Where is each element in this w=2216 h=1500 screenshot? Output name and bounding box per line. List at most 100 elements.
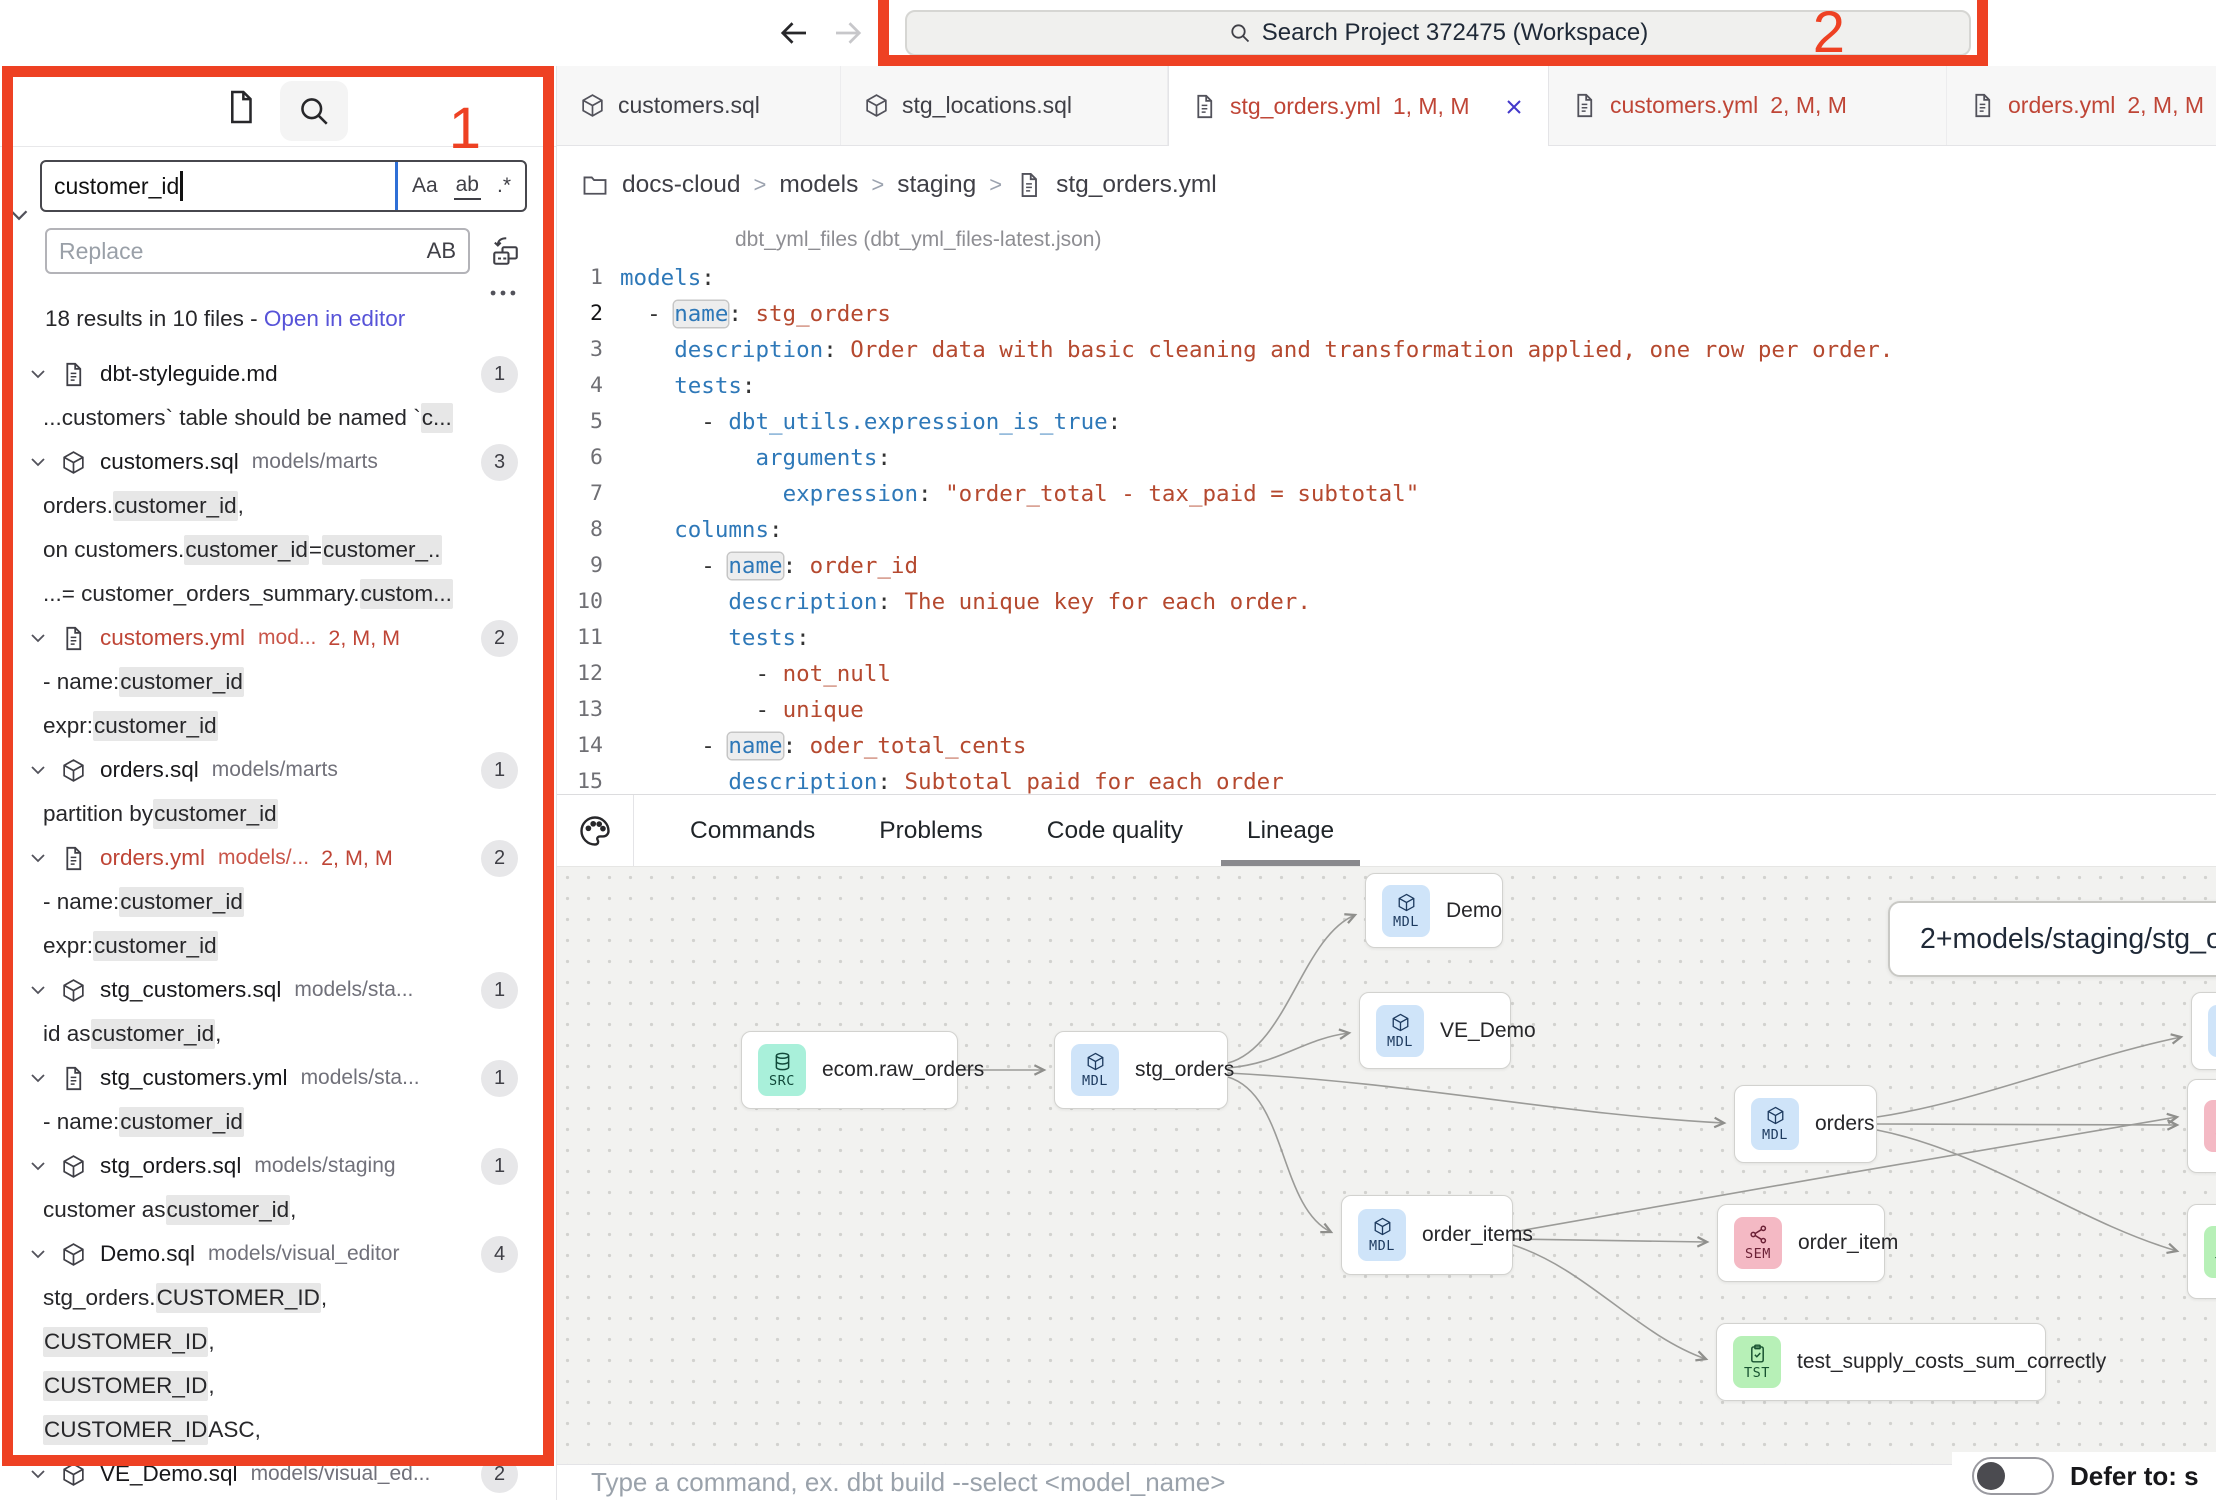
lineage-group-node[interactable]: 2+models/staging/stg_or [1888,901,2216,977]
search-match-row[interactable]: CUSTOMER_ID, [0,1320,556,1364]
code-line: 5 - dbt_utils.expression_is_true: [557,404,2216,440]
file-name: VE_Demo.sql [100,1461,238,1487]
code-line: 12 - not_null [557,656,2216,692]
regex-button[interactable]: .* [497,174,511,198]
match-count-badge: 4 [481,1236,518,1273]
file-icon [60,361,87,388]
defer-toggle[interactable] [1972,1457,2054,1495]
lineage-node-orders[interactable]: MDLorders [1734,1085,1877,1163]
file-icon [1015,171,1043,199]
lineage-node-partial[interactable]: SEM [2187,1079,2216,1173]
file-result-row[interactable]: stg_customers.sqlmodels/sta...1 [0,968,556,1012]
file-result-row[interactable]: stg_customers.ymlmodels/sta...1 [0,1056,556,1100]
search-match-row[interactable]: customer as customer_id, [0,1188,556,1232]
lineage-node-order_item[interactable]: SEMorder_item [1717,1204,1885,1282]
lineage-node-VE_Demo[interactable]: MDLVE_Demo [1359,992,1511,1069]
toggle-replace-chevron-icon[interactable] [4,200,34,230]
palette-cell [557,795,634,866]
lineage-node-test_supply_costs_sum_correctly[interactable]: TSTtest_supply_costs_sum_correctly [1716,1323,2046,1401]
more-actions-icon[interactable] [486,276,532,310]
search-input-value: customer_id [54,173,179,200]
code-editor[interactable]: dbt_yml_files (dbt_yml_files-latest.json… [557,224,2216,794]
file-result-row[interactable]: dbt-styleguide.md1 [0,352,556,396]
lineage-node-stg_orders[interactable]: MDLstg_orders [1054,1031,1228,1109]
preserve-case-button[interactable]: AB [427,238,456,264]
results-count: 18 results in 10 files [45,306,244,331]
lineage-node-ecom.raw_orders[interactable]: SRCecom.raw_orders [741,1031,958,1109]
search-match-row[interactable]: CUSTOMER_ID ASC, [0,1408,556,1452]
lineage-canvas[interactable]: SRCecom.raw_orders MDLstg_orders MDLDemo MD… [557,866,2216,1464]
sidebar: customer_id Aa ab .* Replace AB 18 resul… [0,66,556,1500]
tst-node-icon: TST [1733,1336,1781,1388]
search-match-row[interactable]: on customers.customer_id = customer_.. [0,528,556,572]
file-result-row[interactable]: customers.sqlmodels/marts3 [0,440,556,484]
search-match-row[interactable]: expr: customer_id [0,704,556,748]
search-input[interactable]: customer_id Aa ab .* [40,160,527,212]
panel-tab-lineage[interactable]: Lineage [1237,795,1344,866]
replace-all-icon[interactable] [486,228,532,274]
search-match-row[interactable]: id as customer_id, [0,1012,556,1056]
file-icon [1571,92,1598,119]
match-case-button[interactable]: Aa [412,174,438,198]
tab-customers.sql[interactable]: customers.sql [557,66,841,145]
command-input[interactable]: Type a command, ex. dbt build --select <… [591,1467,1225,1498]
file-result-row[interactable]: Demo.sqlmodels/visual_editor4 [0,1232,556,1276]
file-result-row[interactable]: customers.ymlmod...2, M, M2 [0,616,556,660]
search-match-row[interactable]: stg_orders.CUSTOMER_ID, [0,1276,556,1320]
search-results-list: dbt-styleguide.md1...customers` table sh… [0,352,556,1496]
search-match-row[interactable]: partition by customer_id [0,792,556,836]
mdl-node-icon: MDL [2208,1005,2216,1057]
tab-git-status: 1, M, M [1393,93,1470,120]
file-result-row[interactable]: orders.sqlmodels/marts1 [0,748,556,792]
search-match-row[interactable]: - name: customer_id [0,660,556,704]
search-match-row[interactable]: - name: customer_id [0,880,556,924]
open-in-editor-link[interactable]: Open in editor [264,306,405,331]
code-line: 9 - name: order_id [557,548,2216,584]
chevron-down-icon [26,362,50,386]
project-search-label: Search Project 372475 (Workspace) [1262,19,1648,47]
palette-icon[interactable] [577,813,613,849]
file-name: Demo.sql [100,1241,195,1267]
line-number: 10 [557,584,603,620]
file-result-row[interactable]: VE_Demo.sqlmodels/visual_ed...2 [0,1452,556,1496]
search-match-row[interactable]: ...= customer_orders_summary.custom... [0,572,556,616]
tab-stg_orders.yml[interactable]: stg_orders.yml1, M, M [1168,66,1549,147]
code-line: 15 description: Subtotal paid for each o… [557,764,2216,794]
replace-input[interactable]: Replace AB [45,228,470,274]
search-match-row[interactable]: CUSTOMER_ID, [0,1364,556,1408]
file-result-row[interactable]: orders.ymlmodels/...2, M, M2 [0,836,556,880]
chevron-down-icon [26,1242,50,1266]
tab-git-status: 2, M, M [2127,92,2204,119]
search-tool-button[interactable] [280,81,348,141]
line-number: 12 [557,656,603,692]
search-match-row[interactable]: expr: customer_id [0,924,556,968]
line-number: 11 [557,620,603,656]
line-number: 3 [557,332,603,368]
tab-customers.yml[interactable]: customers.yml2, M, M [1549,66,1947,145]
lineage-node-partial[interactable]: MDL [2191,992,2216,1070]
search-match-row[interactable]: - name: customer_id [0,1100,556,1144]
close-icon[interactable] [1502,95,1526,119]
node-label: orders [1815,1112,1875,1136]
lineage-node-order_items[interactable]: MDLorder_items [1341,1195,1513,1275]
breadcrumb[interactable]: docs-cloud > models > staging > stg_orde… [557,146,2216,224]
project-search-button[interactable]: Search Project 372475 (Workspace) [905,10,1971,56]
whole-word-button[interactable]: ab [454,173,481,200]
panel-tab-commands[interactable]: Commands [680,795,825,866]
lineage-node-partial[interactable]: TST [2187,1204,2216,1299]
forward-button[interactable] [830,13,870,53]
file-result-row[interactable]: stg_orders.sqlmodels/staging1 [0,1144,556,1188]
tab-orders.yml[interactable]: orders.yml2, M, M [1947,66,2216,145]
lineage-node-Demo[interactable]: MDLDemo [1365,873,1503,948]
tab-stg_locations.sql[interactable]: stg_locations.sql [841,66,1168,145]
chevron-down-icon [26,1154,50,1178]
panel-tab-problems[interactable]: Problems [869,795,992,866]
code-line: 6 arguments: [557,440,2216,476]
panel-tab-code-quality[interactable]: Code quality [1037,795,1193,866]
chevron-down-icon [26,1462,50,1486]
replace-placeholder: Replace [59,238,143,265]
back-button[interactable] [776,13,816,53]
new-file-icon[interactable] [222,85,266,129]
search-match-row[interactable]: ...customers` table should be named `c..… [0,396,556,440]
search-match-row[interactable]: orders.customer_id, [0,484,556,528]
